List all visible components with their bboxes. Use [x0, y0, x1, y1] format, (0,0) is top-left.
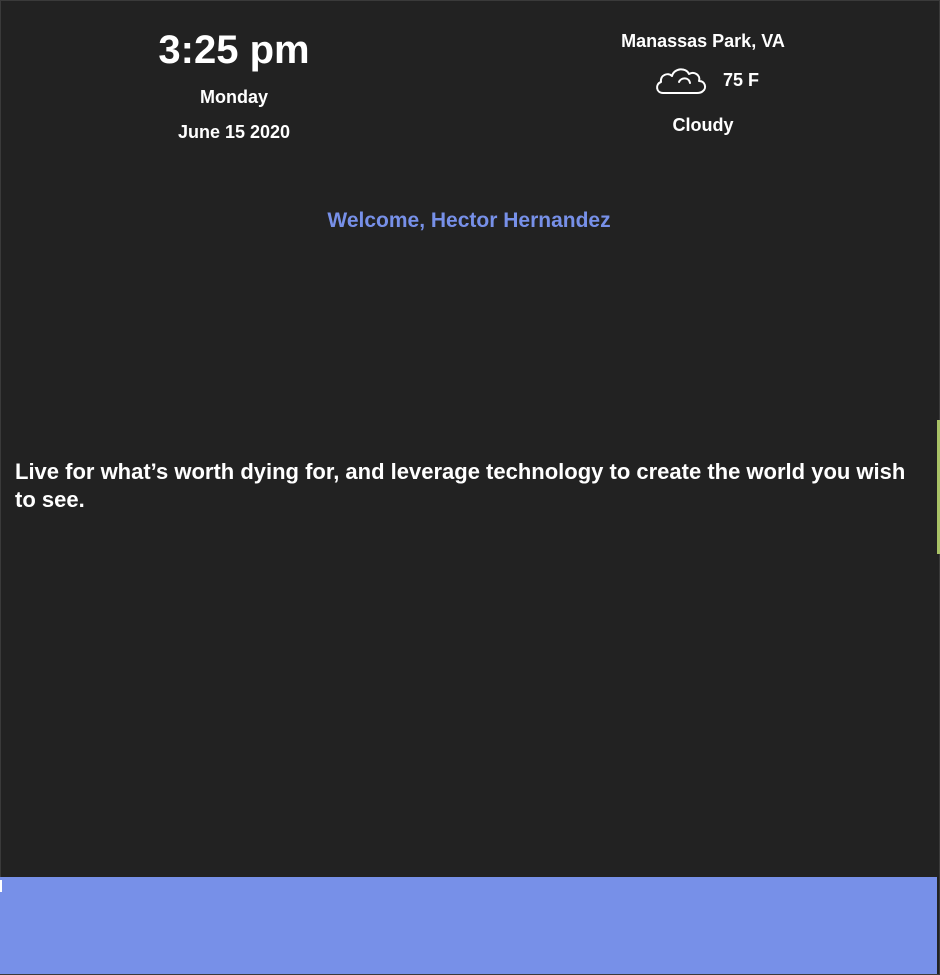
clock-day: Monday: [199, 87, 268, 107]
clock-widget: 3:25 pm Monday June 15 2020: [134, 26, 334, 143]
cloudy-icon: [653, 62, 711, 98]
weather-temperature: 75 F: [722, 70, 760, 90]
weather-widget: Manassas Park, VA 75 F Cloudy: [583, 30, 823, 136]
welcome-message: Welcome, Hector Hernandez: [327, 209, 611, 232]
clock-date: June 15 2020: [177, 122, 291, 142]
weather-condition: Cloudy: [672, 115, 734, 135]
footer-bar: [0, 877, 937, 974]
footer-marker: [0, 880, 2, 892]
quote-text: Live for what’s worth dying for, and lev…: [15, 459, 906, 512]
clock-time: 3:25 pm: [158, 28, 310, 72]
weather-location: Manassas Park, VA: [621, 31, 785, 51]
weather-current: 75 F: [583, 61, 823, 99]
